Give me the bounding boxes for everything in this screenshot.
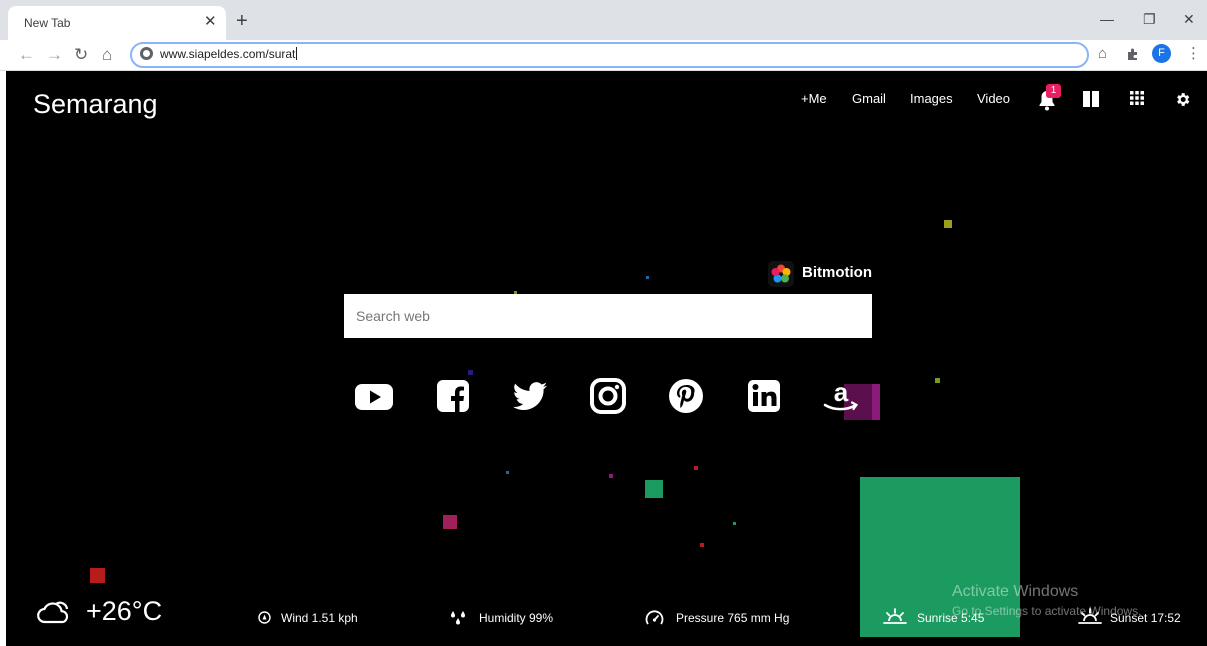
browser-toolbar: ← → ↻ ⌂ www.siapeldes.com/surat ⌂ F ⋮ (0, 40, 1207, 71)
particle (506, 471, 509, 474)
city-name: Semarang (33, 89, 158, 119)
activate-windows-title: Activate Windows (952, 583, 1079, 600)
bitmotion-logo-icon (768, 261, 794, 287)
cloudy-weather-icon (37, 601, 69, 624)
linkedin-icon[interactable] (744, 376, 784, 416)
minimize-button[interactable]: — (1100, 9, 1114, 29)
particle (468, 370, 473, 375)
particle (645, 480, 663, 498)
particle (944, 220, 952, 228)
wind-speed: Wind 1.51 kph (281, 611, 358, 625)
particle (733, 522, 736, 525)
wind-icon (258, 611, 271, 624)
extensions-icon[interactable] (1126, 47, 1140, 61)
address-bar-url: www.siapeldes.com/surat (160, 47, 298, 61)
particle (700, 543, 704, 547)
tab-title: New Tab (24, 16, 71, 30)
particle (443, 515, 457, 529)
notification-badge: 1 (1046, 84, 1061, 98)
particle (90, 568, 105, 583)
particle (935, 378, 940, 383)
profile-avatar[interactable]: F (1152, 44, 1171, 63)
particle (872, 384, 880, 420)
pressure-gauge-icon (645, 610, 664, 625)
tab-close-icon[interactable]: ✕ (204, 13, 217, 31)
images-link[interactable]: Images (910, 91, 953, 106)
particle (694, 466, 698, 470)
gmail-link[interactable]: Gmail (852, 91, 886, 106)
forward-icon[interactable]: → (46, 45, 63, 65)
search-input[interactable] (344, 294, 872, 338)
gear-icon[interactable] (1174, 91, 1191, 108)
new-tab-button[interactable]: + (236, 10, 248, 32)
sunrise-icon (883, 608, 907, 624)
menu-kebab-icon[interactable]: ⋮ (1186, 45, 1201, 63)
activate-windows-subtitle: Go to Settings to activate Windows. (952, 604, 1142, 618)
youtube-icon[interactable] (354, 376, 394, 416)
home-icon[interactable]: ⌂ (102, 45, 112, 65)
address-bar[interactable]: www.siapeldes.com/surat (130, 42, 1089, 68)
globe-icon (140, 47, 153, 60)
temperature: +26°C (86, 596, 163, 626)
video-link[interactable]: Video (977, 91, 1010, 106)
instagram-icon[interactable] (588, 376, 628, 416)
bitmotion-label: Bitmotion (802, 264, 872, 281)
new-tab-page: Semarang +Me Gmail Images Video 1 Bitmot… (6, 71, 1207, 646)
reload-icon[interactable]: ↻ (74, 45, 88, 65)
pinterest-icon[interactable] (666, 376, 706, 416)
humidity: Humidity 99% (479, 611, 554, 625)
amazon-icon[interactable]: a (821, 376, 861, 416)
pressure: Pressure 765 mm Hg (676, 611, 790, 625)
home-toolbar-icon[interactable]: ⌂ (1098, 45, 1107, 63)
svg-text:a: a (834, 377, 849, 407)
close-window-button[interactable]: ✕ (1183, 9, 1195, 29)
tab-new-tab[interactable]: New Tab ✕ (8, 6, 226, 40)
particle (609, 474, 613, 478)
humidity-icon (451, 611, 465, 625)
columns-icon[interactable] (1083, 91, 1099, 107)
me-link[interactable]: +Me (801, 91, 827, 106)
restore-button[interactable]: ❐ (1143, 9, 1156, 29)
apps-grid-icon[interactable] (1130, 91, 1144, 105)
particle (646, 276, 649, 279)
tab-strip: New Tab ✕ + — ❐ ✕ (0, 0, 1207, 40)
twitter-icon[interactable] (510, 376, 550, 416)
facebook-icon[interactable] (433, 376, 473, 416)
back-icon[interactable]: ← (18, 45, 35, 65)
